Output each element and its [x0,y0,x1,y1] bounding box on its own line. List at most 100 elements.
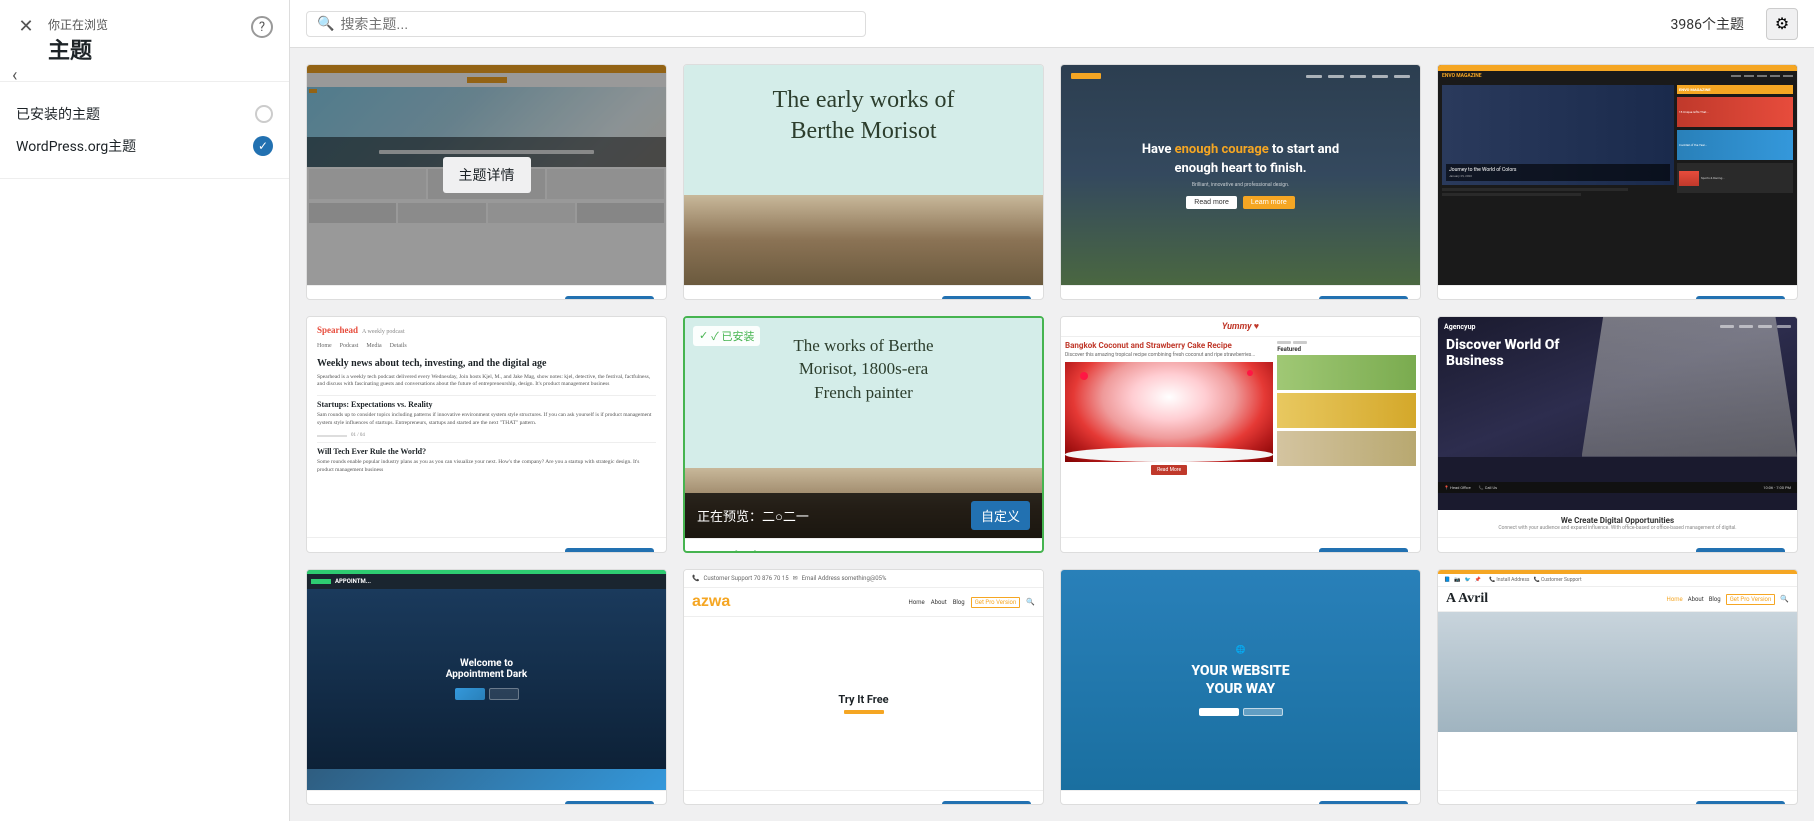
agencyup-sub: We Create Digital Opportunities Connect … [1438,510,1797,537]
browsing-label: 你正在浏览 [48,16,273,33]
theme-preview-avril: 📘📷🐦📌 📞 Install Address 📞 Customer Suppor… [1438,570,1797,790]
topbar: 🔍 3986个主题 ⚙ [290,0,1814,48]
filter-installed-radio[interactable] [255,105,273,123]
agencyup-building [1582,317,1797,457]
main-content: 🔍 3986个主题 ⚙ [290,0,1814,821]
spearhead-nav: Home Podcast Media Details [317,343,656,349]
filter-section: 已安装的主题 WordPress.org主题 ✓ [0,82,289,179]
tt1-hero-image [684,195,1043,285]
theme-preview-envo-boxed: 主题详情 [307,65,666,285]
theme-card-blue: 🌐 YOUR WEBSITEYOUR WAY Blue Site 安装并预览 [1060,569,1421,805]
close-button[interactable]: ✕ [12,12,40,40]
install-button-bravada[interactable]: 安装并预览 [1319,296,1408,300]
sidebar-header: ‹ 你正在浏览 主题 ? [0,0,289,82]
filter-installed-label: 已安装的主题 [16,104,100,124]
help-button[interactable]: ? [251,16,273,38]
spearhead-section2: Startups: Expectations vs. Reality [317,400,656,409]
theme-preview-envo-dark: ENVO MAGAZINE [1438,65,1797,285]
installed-badge-label: ✓ 已安装 [711,328,754,344]
agencyup-bg: Agencyup Discover World Of Business [1438,317,1797,457]
search-input[interactable] [340,16,855,32]
yummy-logo: Yummy ♥ [1222,321,1259,332]
back-button[interactable]: ‹ [12,65,17,86]
theme-footer-envo-dark: Envo Magazine Dark 安装并预览 [1438,285,1797,300]
install-button-spearhead[interactable]: 安装并预览 [565,548,654,554]
bravada-learn-more[interactable]: Learn more [1243,196,1295,209]
yummy-content: Bangkok Coconut and Strawberry Cake Reci… [1061,337,1420,479]
theme-preview-tt1: The early works of Berthe Morisot [684,65,1043,285]
theme-footer-spearhead: Spearhead 安装并预览 [307,537,666,554]
install-button-agencyup[interactable]: 安装并预览 [1696,548,1785,554]
agencyup-nav: Agencyup [1438,323,1797,331]
filter-wordpress-label: WordPress.org主题 [16,136,136,156]
installed-badge: ✓ ✓ 已安装 [693,326,760,346]
theme-card-tt1-installed: ✓ ✓ 已安装 The works of Berthe Morisot, 180… [683,316,1044,554]
tt1-installed-heading: The works of Berthe Morisot, 1800s-era F… [783,334,943,405]
theme-preview-blue: 🌐 YOUR WEBSITEYOUR WAY [1061,570,1420,790]
theme-footer-appoint: Appointmen Dark 安装并预览 [307,790,666,805]
customize-button[interactable]: 自定义 [971,501,1030,530]
tt1-installed-line1: The works of Berthe [793,336,933,355]
theme-overlay-envo-boxed: 主题详情 [307,65,666,285]
theme-name-tt1-installed: TT1 Blocks [697,549,768,554]
theme-footer-yummy: Yummy Recipe 安装并预览 [1061,537,1420,554]
bravada-heading: Have enough courage to start andenough h… [1142,141,1339,177]
theme-footer-tt1: TT1 Blocks 安装并预览 [684,285,1043,300]
install-button-envo-dark[interactable]: 安装并预览 [1696,296,1785,300]
theme-detail-button[interactable]: 主题详情 [443,157,531,193]
filter-wordpress[interactable]: WordPress.org主题 ✓ [16,130,273,162]
bravada-logo [1071,73,1101,79]
sidebar: ✕ ‹ 你正在浏览 主题 ? 已安装的主题 WordPress.org主题 ✓ [0,0,290,821]
install-button-appoint[interactable]: 安装并预览 [565,801,654,805]
install-button-yummy[interactable]: 安装并预览 [1319,548,1408,554]
theme-preview-azwa: 📞Customer Support 70 876 70 15 ✉Email Ad… [684,570,1043,790]
theme-footer-avril: Avril 安装并预览 [1438,790,1797,805]
theme-card-envo-dark: ENVO MAGAZINE [1437,64,1798,300]
theme-footer-envo-boxed: Envo Magazine Boxed 安装并预览 [307,285,666,300]
tt1-installed-line3: French painter [814,383,913,402]
bravada-sub: Brilliant, innovative and professional d… [1192,182,1289,188]
theme-preview-appoint: APPOINTM... Welcome toAppointment Dark [307,570,666,790]
filter-installed[interactable]: 已安装的主题 [16,98,273,130]
theme-footer-agencyup: Agencyup 安装并预览 [1438,537,1797,554]
preview-label: 正在预览：二○二一 [697,506,809,525]
theme-footer-azwa: Azwa 安装并预览 [684,790,1043,805]
tt1-heading-line2: Berthe Morisot [791,118,937,144]
theme-card-appoint: APPOINTM... Welcome toAppointment Dark A… [306,569,667,805]
spearhead-body1: Spearhead is a weekly tech podcast deliv… [317,374,656,389]
spearhead-tagline: A weekly podcast [362,329,405,335]
tt1-installed-line2: Morisot, 1800s-era [799,359,928,378]
installed-check-icon: ✓ [699,329,708,342]
install-button-avril[interactable]: 安装并预览 [1696,801,1785,805]
theme-preview-bravada: Have enough courage to start andenough h… [1061,65,1420,285]
search-container: 🔍 [306,11,866,37]
sidebar-title: 主题 [48,33,273,65]
bravada-nav [1061,73,1420,79]
theme-count: 3986个主题 [1671,14,1744,34]
theme-card-envo-boxed: 主题详情 Envo Magazine Boxed 安装并预览 [306,64,667,300]
theme-card-tt1: The early works of Berthe Morisot TT1 Bl… [683,64,1044,300]
spearhead-brand: Spearhead [317,325,358,335]
spearhead-body3: Some rounds enable popular industry plan… [317,459,656,474]
tt1-heading-line1: The early works of [773,87,955,113]
theme-preview-yummy: Yummy ♥ Bangkok Coconut and Strawberry C… [1061,317,1420,537]
install-button-tt1[interactable]: 安装并预览 [942,296,1031,300]
theme-card-spearhead: Spearhead A weekly podcast Home Podcast … [306,316,667,554]
theme-card-avril: 📘📷🐦📌 📞 Install Address 📞 Customer Suppor… [1437,569,1798,805]
agencyup-logo: Agencyup [1444,323,1475,331]
install-button-azwa[interactable]: 安装并预览 [942,801,1031,805]
install-button-blue[interactable]: 安装并预览 [1319,801,1408,805]
theme-grid: 主题详情 Envo Magazine Boxed 安装并预览 The early… [290,48,1814,821]
bravada-read-more[interactable]: Read more [1186,196,1237,209]
theme-preview-agencyup: Agencyup Discover World Of Business [1438,317,1797,537]
settings-button[interactable]: ⚙ [1766,8,1798,40]
agencyup-heading-line2: Business [1446,353,1504,369]
agencyup-tagline: We Create Digital Opportunities [1444,516,1791,525]
theme-preview-spearhead: Spearhead A weekly podcast Home Podcast … [307,317,666,537]
install-button-envo-boxed[interactable]: 安装并预览 [565,296,654,300]
filter-wordpress-check[interactable]: ✓ [253,136,273,156]
preview-bar: 正在预览：二○二一 自定义 [685,493,1042,538]
theme-preview-tt1-installed: ✓ ✓ 已安装 The works of Berthe Morisot, 180… [685,318,1042,538]
search-icon: 🔍 [317,16,334,32]
theme-footer-blue: Blue Site 安装并预览 [1061,790,1420,805]
